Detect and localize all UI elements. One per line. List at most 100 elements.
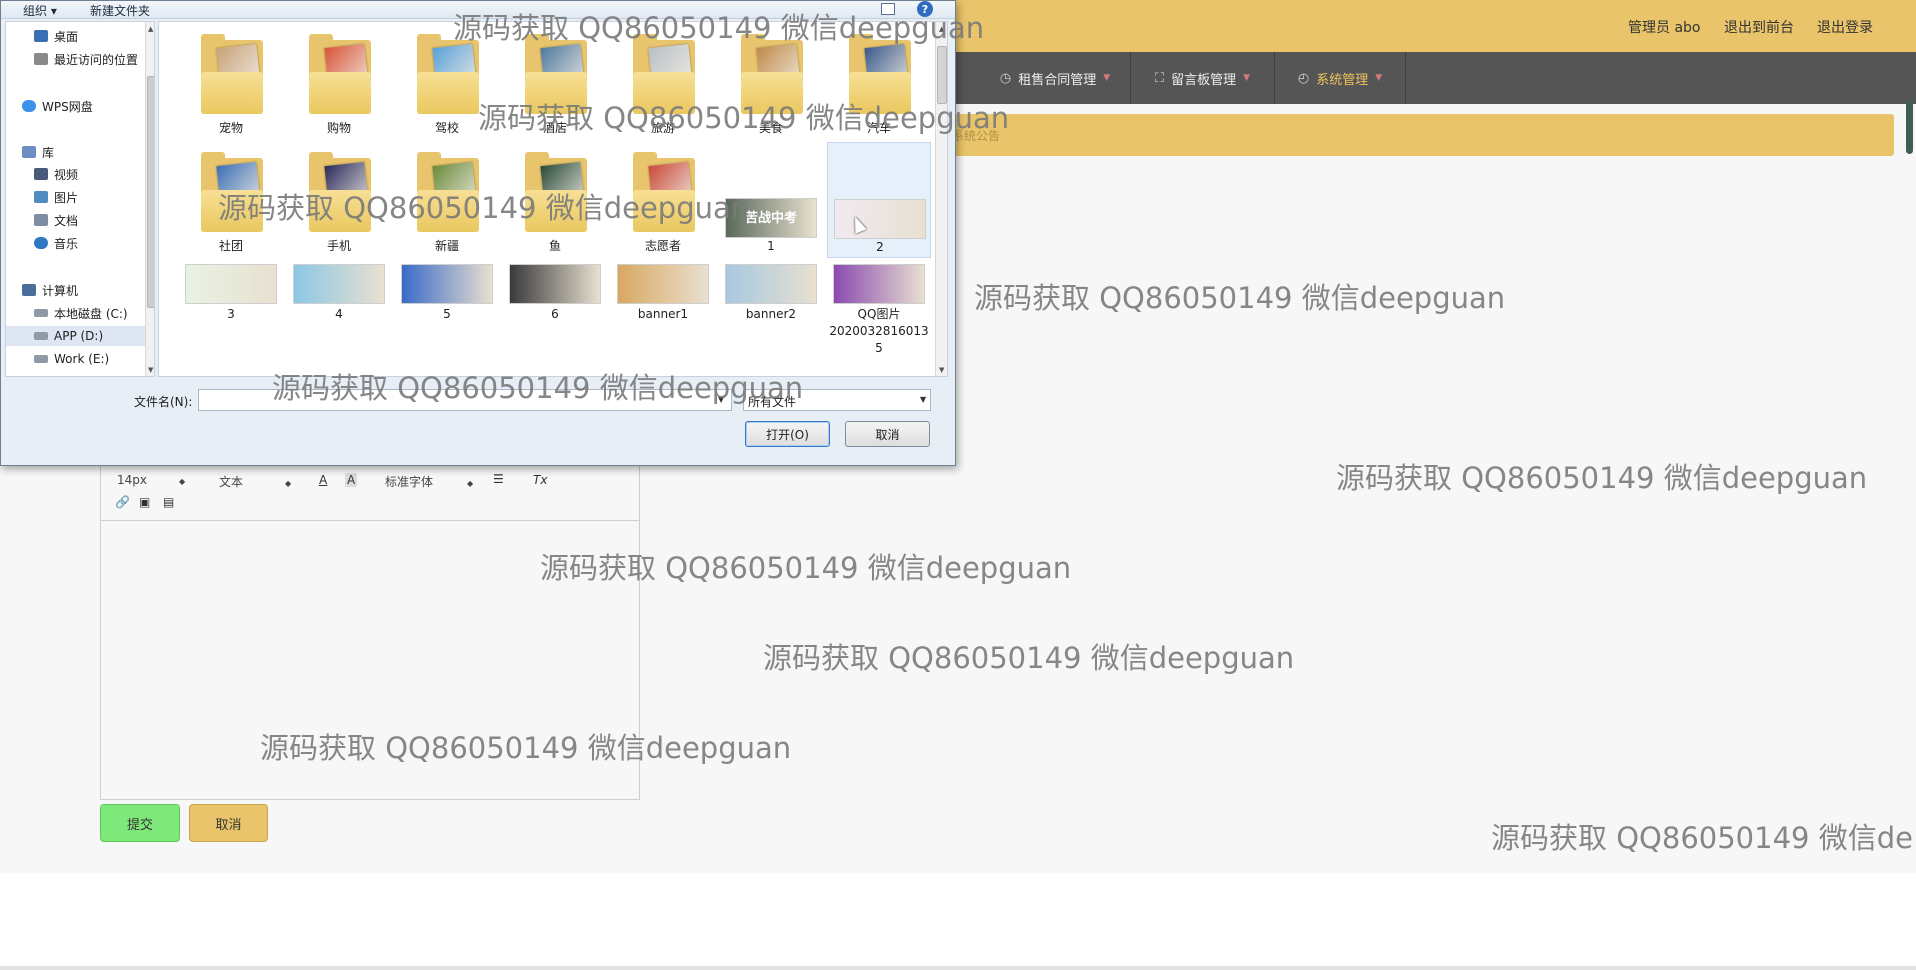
nav-message-board[interactable]: ⛶ 留言板管理 ▼ (1131, 52, 1275, 104)
logout-link[interactable]: 退出登录 (1817, 17, 1873, 37)
documents-icon (34, 214, 48, 226)
folder-item[interactable]: 购物 (287, 24, 391, 140)
font-size-select[interactable]: 14px ◆ (117, 473, 185, 487)
nav-system-management[interactable]: ◴ 系统管理 ▼ (1275, 52, 1406, 104)
font-family-select[interactable]: 标准字体 ◆ (385, 473, 473, 490)
file-label-line2: 2020032816013 (829, 324, 929, 338)
dialog-toolbar: 组织 ▾ 新建文件夹 ? (1, 1, 955, 19)
clock-icon: ◴ (1297, 70, 1310, 86)
folder-item[interactable]: 美食 (719, 24, 823, 140)
nav-drive-d[interactable]: APP (D:) (6, 326, 145, 346)
image-file-item[interactable]: 5 (395, 260, 499, 376)
file-type-select[interactable]: 所有文件 ▼ (743, 389, 931, 411)
file-label: banner2 (745, 307, 797, 321)
file-label: 5 (443, 307, 451, 321)
block-format-select[interactable]: 文本 ◆ (219, 473, 291, 490)
folder-item[interactable]: 旅游 (611, 24, 715, 140)
folder-item[interactable]: 手机 (287, 142, 391, 258)
organize-menu[interactable]: 组织 ▾ (23, 2, 57, 19)
thumbnail-caption: 苦战中考 (744, 211, 797, 226)
folder-icon (633, 32, 695, 114)
navigation-pane: 桌面 最近访问的位置 WPS网盘 库 视频 图片 文档 音乐 计算机 本地磁盘 … (5, 21, 155, 377)
nav-desktop[interactable]: 桌面 (34, 26, 78, 46)
new-folder-button[interactable]: 新建文件夹 (90, 2, 150, 19)
chevron-down-icon: ▼ (920, 395, 927, 404)
filename-input[interactable] (198, 389, 732, 411)
dialog-cancel-button[interactable]: 取消 (845, 421, 930, 447)
scroll-thumb[interactable] (937, 46, 947, 104)
submit-button[interactable]: 提交 (100, 804, 180, 842)
nav-music[interactable]: 音乐 (34, 233, 78, 253)
link-icon[interactable]: 🔗 (115, 495, 130, 509)
drive-icon (34, 309, 48, 317)
folder-label: 新疆 (434, 239, 459, 253)
admin-name: 管理员 abo (1628, 20, 1701, 36)
image-file-item[interactable]: 3 (179, 260, 283, 376)
align-icon[interactable]: ☰ (493, 472, 504, 486)
chevron-down-icon[interactable]: ▼ (718, 395, 724, 404)
folder-label: 旅游 (650, 121, 675, 135)
folder-icon (525, 32, 587, 114)
image-file-item[interactable]: 1 苦战中考 (719, 142, 823, 258)
nav-contract-management[interactable]: ◷ 租售合同管理 ▼ (980, 52, 1131, 104)
folder-label: 汽车 (866, 121, 891, 135)
folder-label: 鱼 (548, 239, 561, 253)
nav-label: 租售合同管理 (1018, 72, 1097, 88)
folder-item[interactable]: 鱼 (503, 142, 607, 258)
image-file-item[interactable]: QQ图片 2020032816013 5 (827, 260, 931, 372)
image-file-item[interactable]: banner1 (611, 260, 715, 376)
video-icon[interactable]: ▤ (163, 495, 174, 509)
image-file-item[interactable]: banner2 (719, 260, 823, 376)
folder-item[interactable]: 志愿者 (611, 142, 715, 258)
file-open-dialog: 组织 ▾ 新建文件夹 ? 桌面 最近访问的位置 WPS网盘 库 视频 图片 文档… (0, 0, 956, 466)
folder-label: 酒店 (542, 121, 567, 135)
nav-label: 留言板管理 (1171, 72, 1237, 88)
nav-libraries[interactable]: 库 (22, 142, 54, 162)
folder-item[interactable]: 酒店 (503, 24, 607, 140)
scroll-down-icon[interactable]: ▼ (939, 366, 944, 374)
folder-item[interactable]: 社团 (179, 142, 283, 258)
image-file-item[interactable]: 6 (503, 260, 607, 376)
nav-label: 系统管理 (1316, 72, 1369, 88)
file-pane-scrollbar[interactable]: ▲ ▼ (935, 22, 947, 376)
nav-drive-c[interactable]: 本地磁盘 (C:) (34, 303, 128, 323)
nav-videos[interactable]: 视频 (34, 164, 78, 184)
clear-format-button[interactable]: Tx (533, 473, 547, 487)
image-thumbnail (293, 264, 385, 304)
nav-recent-places[interactable]: 最近访问的位置 (34, 49, 138, 69)
folder-icon (201, 32, 263, 114)
video-library-icon (34, 168, 48, 180)
nav-drive-e[interactable]: Work (E:) (34, 349, 109, 369)
folder-icon (633, 150, 695, 232)
background-color-button[interactable]: A (345, 473, 358, 487)
nav-wps-cloud[interactable]: WPS网盘 (22, 96, 93, 116)
nav-pane-scrollbar[interactable]: ▲ ▼ (145, 22, 154, 376)
desktop-icon (34, 30, 48, 42)
cancel-button[interactable]: 取消 (189, 804, 268, 842)
nav-pictures[interactable]: 图片 (34, 187, 78, 207)
breadcrumb-label: 系统公告 (952, 129, 1001, 143)
page-scrollbar[interactable] (1906, 100, 1913, 154)
nav-computer[interactable]: 计算机 (22, 280, 78, 300)
image-icon[interactable]: ▣ (139, 495, 150, 509)
folder-item[interactable]: 宠物 (179, 24, 283, 140)
folder-item[interactable]: 汽车 (827, 24, 931, 140)
drive-icon (34, 332, 48, 340)
folder-item[interactable]: 新疆 (395, 142, 499, 258)
image-file-item[interactable]: 4 (287, 260, 391, 376)
scroll-up-icon[interactable]: ▲ (939, 25, 944, 33)
scroll-thumb[interactable] (147, 76, 154, 308)
folder-icon (309, 150, 371, 232)
nav-documents[interactable]: 文档 (34, 210, 78, 230)
file-label-line3: 5 (875, 341, 883, 355)
font-color-button[interactable]: A (319, 473, 327, 487)
scroll-up-icon[interactable]: ▲ (148, 25, 153, 33)
folder-icon (417, 32, 479, 114)
scroll-down-icon[interactable]: ▼ (148, 366, 153, 374)
folder-item[interactable]: 驾校 (395, 24, 499, 140)
image-file-item[interactable]: 2 (827, 142, 931, 258)
help-icon[interactable]: ? (917, 1, 933, 17)
back-to-frontend-link[interactable]: 退出到前台 (1724, 17, 1794, 37)
view-mode-icon[interactable] (881, 3, 895, 15)
open-button[interactable]: 打开(O) (745, 421, 830, 447)
